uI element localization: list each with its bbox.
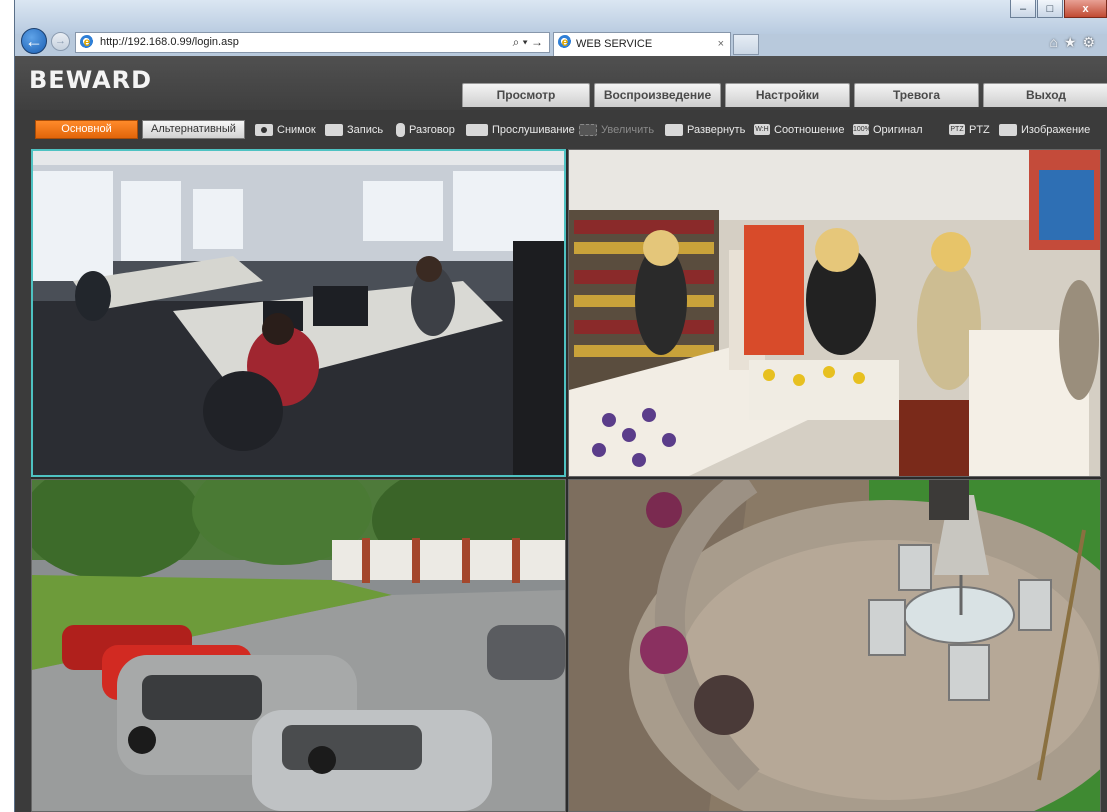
- record-camera-icon: [325, 123, 343, 136]
- main-menu: Просмотр Воспроизведение Настройки Трево…: [462, 83, 1107, 107]
- menu-tab-playback[interactable]: Воспроизведение: [594, 83, 721, 107]
- camera-view-office[interactable]: [31, 149, 566, 477]
- close-window-button[interactable]: x: [1064, 0, 1107, 18]
- snapshot-tool[interactable]: Снимок: [255, 121, 316, 138]
- zoom-tool[interactable]: Увеличить: [579, 121, 654, 138]
- alt-stream-button[interactable]: Альтернативный: [142, 120, 245, 139]
- tab-ie-icon: e: [558, 35, 572, 49]
- minimize-button[interactable]: –: [1010, 0, 1036, 18]
- title-bar: [15, 0, 1107, 34]
- original-label: Оригинал: [873, 123, 923, 136]
- listen-label: Прослушивание: [492, 123, 575, 136]
- url-text: http://192.168.0.99/login.asp: [100, 36, 239, 48]
- camera-view-parking[interactable]: [31, 479, 566, 812]
- back-button[interactable]: ←: [21, 28, 47, 54]
- snapshot-icon: [255, 123, 273, 136]
- browser-tab[interactable]: e WEB SERVICE ×: [553, 32, 731, 56]
- menu-tab-settings[interactable]: Настройки: [725, 83, 850, 107]
- ptz-label: PTZ: [969, 123, 990, 136]
- browser-toolbar-icons[interactable]: ⌂★⚙: [1049, 34, 1101, 51]
- expand-label: Развернуть: [687, 123, 746, 136]
- ratio-label: Соотношение: [774, 123, 845, 136]
- view-toolbar: Основной Альтернативный Снимок Запись Ра…: [15, 116, 1107, 142]
- original-tool[interactable]: 100% Оригинал: [853, 121, 923, 138]
- speaker-icon: [466, 123, 488, 136]
- snapshot-label: Снимок: [277, 123, 316, 136]
- microphone-icon: [396, 122, 405, 137]
- tab-title: WEB SERVICE: [576, 38, 653, 50]
- ratio-icon: W:H: [754, 124, 770, 135]
- ratio-tool[interactable]: W:H Соотношение: [754, 121, 844, 138]
- talk-label: Разговор: [409, 123, 455, 136]
- ptz-icon: PTZ: [949, 124, 965, 135]
- image-label: Изображение: [1021, 123, 1091, 136]
- window-controls: – □ x: [1009, 0, 1107, 20]
- ie-icon: e: [80, 35, 94, 49]
- record-label: Запись: [347, 123, 384, 136]
- menu-tab-view[interactable]: Просмотр: [462, 83, 590, 107]
- expand-icon: [665, 123, 683, 136]
- browser-window: – □ x ← → e http://192.168.0.99/login.as…: [14, 0, 1107, 812]
- address-bar[interactable]: e http://192.168.0.99/login.asp ⌕ ▾ →: [75, 32, 550, 53]
- listen-tool[interactable]: Прослушивание: [466, 121, 575, 138]
- new-tab-button[interactable]: [733, 34, 759, 55]
- menu-tab-alarm[interactable]: Тревога: [854, 83, 979, 107]
- zoom-icon: [579, 123, 597, 136]
- web-service-page: BEWARD Просмотр Воспроизведение Настройк…: [15, 56, 1107, 812]
- tab-close-icon[interactable]: ×: [718, 33, 724, 55]
- ptz-tool[interactable]: PTZ PTZ: [949, 121, 990, 138]
- zoom-label: Увеличить: [601, 123, 655, 136]
- beward-logo: BEWARD: [29, 66, 153, 94]
- image-tool[interactable]: Изображение: [999, 121, 1090, 138]
- image-icon: [999, 123, 1017, 136]
- expand-tool[interactable]: Развернуть: [665, 121, 745, 138]
- search-refresh-icons[interactable]: ⌕ ▾ →: [513, 33, 543, 52]
- menu-tab-exit[interactable]: Выход: [983, 83, 1107, 107]
- talk-tool[interactable]: Разговор: [396, 121, 455, 138]
- original-size-icon: 100%: [853, 124, 871, 135]
- maximize-button[interactable]: □: [1037, 0, 1063, 18]
- forward-button[interactable]: →: [51, 32, 70, 51]
- video-grid: [31, 149, 1101, 812]
- record-tool[interactable]: Запись: [325, 121, 383, 138]
- main-stream-button[interactable]: Основной: [35, 120, 138, 139]
- app-header: BEWARD Просмотр Воспроизведение Настройк…: [15, 56, 1107, 110]
- camera-view-store[interactable]: [568, 149, 1101, 477]
- camera-view-patio[interactable]: [568, 479, 1101, 812]
